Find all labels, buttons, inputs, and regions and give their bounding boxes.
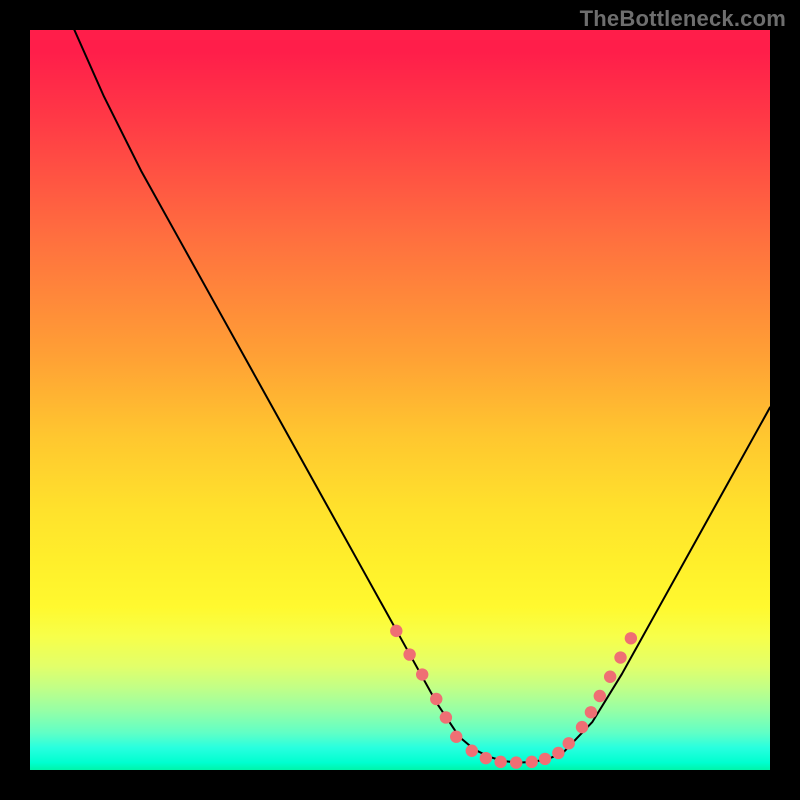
marker-dot <box>576 721 588 733</box>
marker-dot <box>594 690 606 702</box>
marker-dot <box>526 756 538 768</box>
marker-dot <box>430 693 442 705</box>
marker-dot <box>403 648 415 660</box>
marker-dot <box>480 752 492 764</box>
marker-dot <box>604 671 616 683</box>
marker-dot <box>614 651 626 663</box>
chart-svg <box>30 30 770 770</box>
curve-path <box>74 30 770 763</box>
marker-dot <box>585 706 597 718</box>
marker-dot <box>563 737 575 749</box>
attribution-text: TheBottleneck.com <box>580 6 786 32</box>
marker-dot <box>450 731 462 743</box>
marker-dot <box>440 711 452 723</box>
marker-dot <box>539 753 551 765</box>
marker-dot <box>390 625 402 637</box>
marker-dot <box>494 756 506 768</box>
plot-area <box>30 30 770 770</box>
marker-dot <box>510 756 522 768</box>
marker-dot <box>625 632 637 644</box>
marker-dot <box>466 745 478 757</box>
marker-dot <box>552 747 564 759</box>
curve-line <box>74 30 770 763</box>
chart-frame: TheBottleneck.com <box>0 0 800 800</box>
curve-markers <box>390 625 637 769</box>
marker-dot <box>416 668 428 680</box>
